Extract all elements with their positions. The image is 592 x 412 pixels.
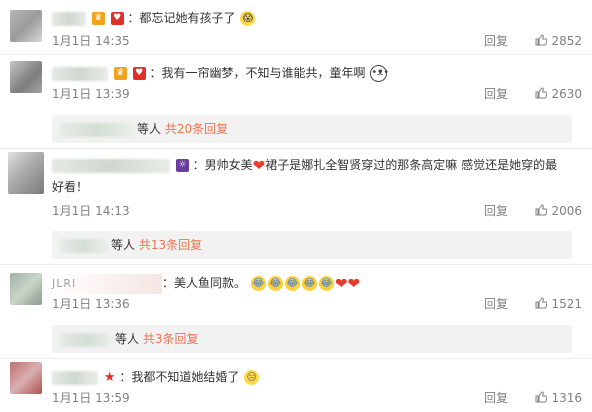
like-button[interactable]: 2852 <box>535 31 582 51</box>
divider <box>0 148 592 149</box>
sub-reply-suffix: 等人 <box>137 122 162 136</box>
sub-reply-username <box>60 238 108 253</box>
comment-meta: 1月1日 14:13 回复 2006 <box>52 201 582 221</box>
reply-button[interactable]: 回复 <box>484 388 508 408</box>
fan-badge-icon: ♛ <box>91 12 105 25</box>
reply-button[interactable]: 回复 <box>484 201 508 221</box>
like-count: 2852 <box>551 34 582 48</box>
sub-reply-count-link[interactable]: 共3条回复 <box>143 332 199 346</box>
like-count: 1316 <box>551 391 582 405</box>
avatar[interactable] <box>8 152 44 194</box>
divider <box>0 264 592 265</box>
timestamp: 1月1日 14:35 <box>52 34 130 48</box>
like-button[interactable]: 2630 <box>535 84 582 104</box>
comment-meta: 1月1日 13:36 回复 1521 <box>52 294 582 314</box>
thumbs-up-icon <box>535 87 548 99</box>
like-button[interactable]: 1316 <box>535 388 582 408</box>
comment-meta: 1月1日 14:35 回复 2852 <box>52 31 582 51</box>
comment-text: ：我有一帘幽梦，不知与谁能共，童年啊 <box>149 66 366 80</box>
heart-icon: ❤ <box>252 156 266 175</box>
sub-reply-count-link[interactable]: 共20条回复 <box>165 122 228 136</box>
sub-reply-suffix: 等人 <box>115 332 140 346</box>
like-button[interactable]: 2006 <box>535 201 582 221</box>
reply-button[interactable]: 回复 <box>484 31 508 51</box>
comment-text: ：我都不知道她结婚了 <box>119 370 240 384</box>
avatar[interactable] <box>10 61 42 93</box>
sub-replies-bar[interactable]: 等人 共3条回复 <box>52 325 572 353</box>
comment-text-line: ♛ ♥ ：都忘记她有孩子了 😱 <box>52 8 582 28</box>
comment-text-line2: 好看！ <box>52 180 89 194</box>
like-count: 2630 <box>551 87 582 101</box>
timestamp: 1月1日 13:39 <box>52 87 130 101</box>
sub-reply-username <box>60 122 134 137</box>
thumbs-up-icon <box>535 34 548 46</box>
laugh-cry-icon: 😂 <box>250 276 266 291</box>
comment-text-part2: 裙子是娜扎全智贤穿过的那条高定嘛 感觉还是她穿的最 <box>265 158 558 172</box>
comment-text-line: ★ ：我都不知道她结婚了 😑 <box>52 367 582 387</box>
laugh-cry-icon: 😂 <box>301 276 317 291</box>
like-count: 2006 <box>551 204 582 218</box>
reply-button[interactable]: 回复 <box>484 84 508 104</box>
meh-face-icon: 😑 <box>244 370 260 385</box>
comment-text-line: ☼ ：男帅女美❤裙子是娜扎全智贤穿过的那条高定嘛 感觉还是她穿的最 <box>52 155 582 176</box>
thumbs-up-icon <box>535 391 548 403</box>
sub-replies-bar[interactable]: 等人 共13条回复 <box>52 231 572 259</box>
laugh-cry-icon: 😂 <box>318 276 334 291</box>
panda-face-icon: •ᴥ• <box>370 65 389 82</box>
thumbs-up-icon <box>535 204 548 216</box>
comment-text-part1: ：男帅女美 <box>192 158 253 172</box>
vip-badge-icon: ♥ <box>110 12 124 25</box>
comment-text: ：美人鱼同款。 <box>162 276 247 290</box>
avatar[interactable] <box>10 273 42 305</box>
sub-reply-count-link[interactable]: 共13条回复 <box>139 238 202 252</box>
username[interactable] <box>52 370 98 385</box>
username-visible: JLRI <box>52 277 77 290</box>
divider <box>0 358 592 359</box>
like-button[interactable]: 1521 <box>535 294 582 314</box>
username[interactable] <box>52 158 170 173</box>
timestamp: 1月1日 14:13 <box>52 204 130 218</box>
comment-text-line: JLRI ：美人鱼同款。 😂 😂 😂 😂 😂 ❤❤ <box>52 273 582 294</box>
reply-button[interactable]: 回复 <box>484 294 508 314</box>
like-count: 1521 <box>551 297 582 311</box>
comment-text: ：都忘记她有孩子了 <box>127 11 236 25</box>
username[interactable] <box>52 11 86 26</box>
sub-replies-bar[interactable]: 等人 共20条回复 <box>52 115 572 143</box>
comment-text-line: 好看！ <box>52 177 582 197</box>
divider <box>0 54 592 55</box>
thumbs-up-icon <box>535 297 548 309</box>
laugh-cry-icon: 😂 <box>284 276 300 291</box>
timestamp: 1月1日 13:59 <box>52 391 130 405</box>
fan-badge-icon: ♛ <box>113 67 127 80</box>
sub-reply-suffix: 等人 <box>111 238 136 252</box>
comment-meta: 1月1日 13:39 回复 2630 <box>52 84 582 104</box>
shocked-face-icon: 😱 <box>240 11 256 26</box>
laugh-cry-icon: 😂 <box>267 276 283 291</box>
username[interactable]: JLRI <box>52 274 162 294</box>
comment-text-line: ♛ ♥ ：我有一帘幽梦，不知与谁能共，童年啊 •ᴥ• <box>52 63 582 83</box>
avatar[interactable] <box>10 10 42 42</box>
timestamp: 1月1日 13:36 <box>52 297 130 311</box>
heart-icon: ❤ <box>334 274 348 293</box>
comment-meta: 1月1日 13:59 回复 1316 <box>52 388 582 408</box>
username[interactable] <box>52 66 108 81</box>
sun-badge-icon: ☼ <box>175 159 189 172</box>
heart-icon: ❤ <box>347 274 360 293</box>
star-badge-icon: ★ <box>103 370 116 385</box>
sub-reply-username <box>60 332 112 347</box>
avatar[interactable] <box>10 362 42 394</box>
vip-badge-icon: ♥ <box>132 67 146 80</box>
